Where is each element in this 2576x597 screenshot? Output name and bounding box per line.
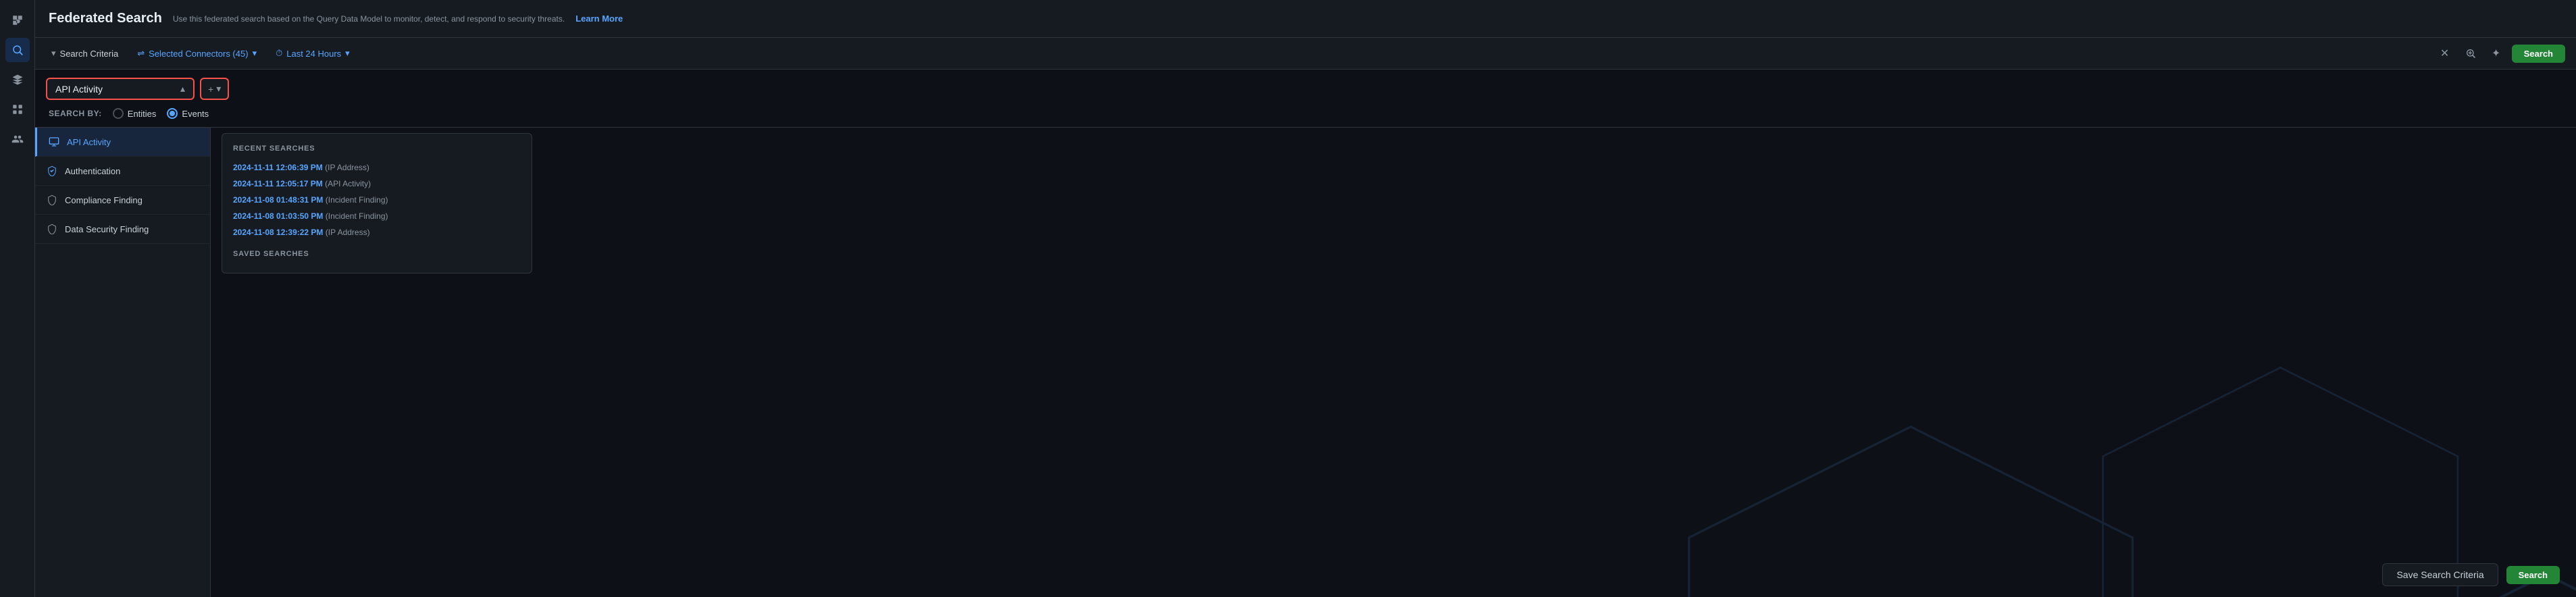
compliance-icon bbox=[46, 194, 58, 206]
entities-radio-circle bbox=[113, 108, 124, 119]
sidebar-icon-grid[interactable] bbox=[5, 97, 30, 122]
recent-context-3: (Incident Finding) bbox=[326, 211, 388, 221]
results-background bbox=[211, 279, 2576, 597]
search-action-button[interactable]: Search bbox=[2506, 566, 2560, 584]
sidebar-icon-dashboard[interactable] bbox=[5, 8, 30, 32]
chevron-down-icon: ▾ bbox=[51, 48, 56, 59]
recent-search-item-0[interactable]: 2024-11-11 12:06:39 PM (IP Address) bbox=[233, 159, 521, 176]
recent-timestamp-2: 2024-11-08 01:48:31 PM bbox=[233, 195, 323, 205]
search-criteria-label: Search Criteria bbox=[60, 49, 119, 59]
recent-search-item-1[interactable]: 2024-11-11 12:05:17 PM (API Activity) bbox=[233, 176, 521, 192]
chevron-down-icon: ▾ bbox=[253, 48, 257, 59]
zoom-button[interactable] bbox=[2461, 43, 2481, 63]
recent-searches-title: RECENT SEARCHES bbox=[233, 145, 521, 153]
main-content: Federated Search Use this federated sear… bbox=[35, 0, 2576, 597]
category-authentication[interactable]: Authentication bbox=[35, 157, 210, 186]
toolbar: ▾ Search Criteria ⇌ Selected Connectors … bbox=[35, 38, 2576, 70]
search-by-row: SEARCH BY: Entities Events bbox=[46, 108, 2565, 119]
content-area: API Activity Authentication Compliance F… bbox=[35, 128, 2576, 597]
add-condition-button[interactable]: + ▾ bbox=[200, 78, 229, 100]
recent-timestamp-4: 2024-11-08 12:39:22 PM bbox=[233, 228, 323, 237]
search-panel: API Activity ▴ + ▾ SEARCH BY: Entities E… bbox=[35, 70, 2576, 128]
selected-type-label: API Activity bbox=[55, 84, 103, 95]
learn-more-link[interactable]: Learn More bbox=[575, 14, 623, 24]
authentication-icon bbox=[46, 165, 58, 177]
sidebar-icon-workflow[interactable] bbox=[5, 68, 30, 92]
recent-searches-panel: RECENT SEARCHES 2024-11-11 12:06:39 PM (… bbox=[222, 133, 532, 274]
recent-search-item-3[interactable]: 2024-11-08 01:03:50 PM (Incident Finding… bbox=[233, 208, 521, 224]
toolbar-search-button[interactable]: Search bbox=[2512, 45, 2565, 63]
search-type-select[interactable]: API Activity ▴ bbox=[46, 78, 195, 100]
sidebar bbox=[0, 0, 35, 597]
recent-context-2: (Incident Finding) bbox=[326, 195, 388, 205]
data-security-icon bbox=[46, 223, 58, 235]
events-label: Events bbox=[182, 109, 209, 119]
recent-context-4: (IP Address) bbox=[326, 228, 370, 237]
chevron-down-icon: ▾ bbox=[216, 83, 221, 95]
category-api-activity[interactable]: API Activity bbox=[35, 128, 210, 157]
recent-timestamp-1: 2024-11-11 12:05:17 PM bbox=[233, 179, 323, 188]
category-api-activity-label: API Activity bbox=[67, 137, 111, 147]
time-label: Last 24 Hours bbox=[286, 49, 341, 59]
connectors-button[interactable]: ⇌ Selected Connectors (45) ▾ bbox=[132, 45, 262, 61]
api-activity-icon bbox=[48, 136, 60, 148]
plus-icon: + bbox=[208, 84, 213, 95]
page-description: Use this federated search based on the Q… bbox=[173, 14, 565, 24]
recent-timestamp-3: 2024-11-08 01:03:50 PM bbox=[233, 211, 323, 221]
recent-context-1: (API Activity) bbox=[325, 179, 371, 188]
results-panel: RECENT SEARCHES 2024-11-11 12:06:39 PM (… bbox=[211, 128, 2576, 597]
events-radio-circle bbox=[167, 108, 178, 119]
events-radio[interactable]: Events bbox=[167, 108, 209, 119]
sidebar-icon-users[interactable] bbox=[5, 127, 30, 151]
search-by-label: SEARCH BY: bbox=[49, 109, 102, 118]
clock-icon: ⏱ bbox=[276, 48, 282, 59]
entities-radio[interactable]: Entities bbox=[113, 108, 157, 119]
recent-search-item-4[interactable]: 2024-11-08 12:39:22 PM (IP Address) bbox=[233, 224, 521, 240]
page-header: Federated Search Use this federated sear… bbox=[35, 0, 2576, 38]
sparkle-button[interactable]: ✦ bbox=[2486, 43, 2506, 63]
recent-search-item-2[interactable]: 2024-11-08 01:48:31 PM (Incident Finding… bbox=[233, 192, 521, 208]
search-box-row: API Activity ▴ + ▾ bbox=[46, 78, 2565, 100]
saved-searches-title: SAVED SEARCHES bbox=[233, 250, 521, 258]
bottom-action-bar: Save Search Criteria Search bbox=[2366, 552, 2576, 597]
connector-icon: ⇌ bbox=[137, 48, 145, 59]
save-search-criteria-button[interactable]: Save Search Criteria bbox=[2382, 563, 2498, 586]
toolbar-right: ✕ ✦ Search bbox=[2435, 43, 2565, 63]
categories-panel: API Activity Authentication Compliance F… bbox=[35, 128, 211, 597]
page-title: Federated Search bbox=[49, 11, 162, 26]
entities-label: Entities bbox=[128, 109, 157, 119]
search-criteria-button[interactable]: ▾ Search Criteria bbox=[46, 45, 124, 61]
recent-context-0: (IP Address) bbox=[325, 163, 369, 172]
recent-timestamp-0: 2024-11-11 12:06:39 PM bbox=[233, 163, 323, 172]
category-compliance-finding[interactable]: Compliance Finding bbox=[35, 186, 210, 215]
category-data-security-label: Data Security Finding bbox=[65, 224, 149, 234]
category-authentication-label: Authentication bbox=[65, 166, 120, 176]
category-data-security-finding[interactable]: Data Security Finding bbox=[35, 215, 210, 244]
time-range-button[interactable]: ⏱ Last 24 Hours ▾ bbox=[270, 45, 355, 61]
chevron-down-icon: ▾ bbox=[345, 48, 350, 59]
toolbar-left: ▾ Search Criteria ⇌ Selected Connectors … bbox=[46, 45, 2427, 61]
category-compliance-label: Compliance Finding bbox=[65, 195, 143, 205]
hex-pattern-svg bbox=[211, 279, 2576, 597]
clear-button[interactable]: ✕ bbox=[2435, 43, 2455, 63]
connectors-label: Selected Connectors (45) bbox=[149, 49, 248, 59]
chevron-up-icon: ▴ bbox=[180, 83, 185, 95]
sidebar-icon-search[interactable] bbox=[5, 38, 30, 62]
